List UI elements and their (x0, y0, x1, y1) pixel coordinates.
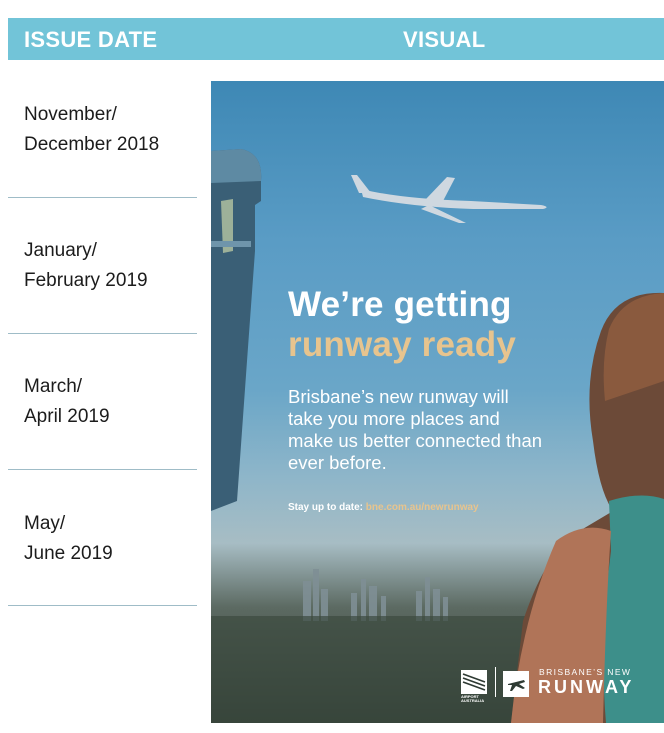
issue-date-line1: May/ (24, 513, 66, 534)
issue-date-line2: December 2018 (24, 134, 160, 155)
issue-date-line1: November/ (24, 104, 117, 125)
ad-visual: We’re getting runway ready Brisbane’s ne… (211, 81, 664, 723)
logo-title: RUNWAY (538, 677, 635, 697)
issue-date-column-header: ISSUE DATE (24, 27, 158, 52)
cta-url-link[interactable]: bne.com.au/newrunway (366, 502, 479, 513)
issue-date-line1: January/ (24, 240, 97, 261)
issue-date-cell: May/ June 2019 (24, 509, 199, 569)
issue-date-line2: February 2019 (24, 270, 148, 291)
row-divider (8, 197, 197, 198)
ad-call-to-action: Stay up to date: bne.com.au/newrunway (288, 502, 479, 513)
row-divider (8, 469, 197, 470)
runway-logo-lockup: BRISBANE AIRPORT AUSTRALIA BRISBANE’S NE… (461, 665, 651, 703)
visual-column-header: VISUAL (403, 27, 486, 52)
issue-date-cell: November/ December 2018 (24, 100, 199, 160)
row-divider (8, 605, 197, 606)
airplane-photo (351, 175, 547, 223)
logo-subtitle: BRISBANE’S NEW (539, 667, 632, 677)
issue-date-cell: March/ April 2019 (24, 372, 199, 432)
airport-logo-text: BRISBANE AIRPORT AUSTRALIA (461, 690, 485, 703)
issue-date-line2: April 2019 (24, 406, 110, 427)
logo-divider (495, 667, 496, 697)
ad-body-copy: Brisbane’s new runway will take you more… (288, 386, 543, 473)
ad-headline-accent: runway ready (288, 325, 517, 364)
row-divider (8, 333, 197, 334)
airplane-icon (503, 671, 529, 697)
issue-date-cell: January/ February 2019 (24, 236, 199, 296)
cta-label: Stay up to date: (288, 502, 364, 513)
issue-date-line2: June 2019 (24, 543, 113, 564)
table-header: ISSUE DATE VISUAL (8, 18, 664, 60)
ad-headline: We’re getting (288, 285, 512, 324)
issue-date-line1: March/ (24, 376, 83, 397)
